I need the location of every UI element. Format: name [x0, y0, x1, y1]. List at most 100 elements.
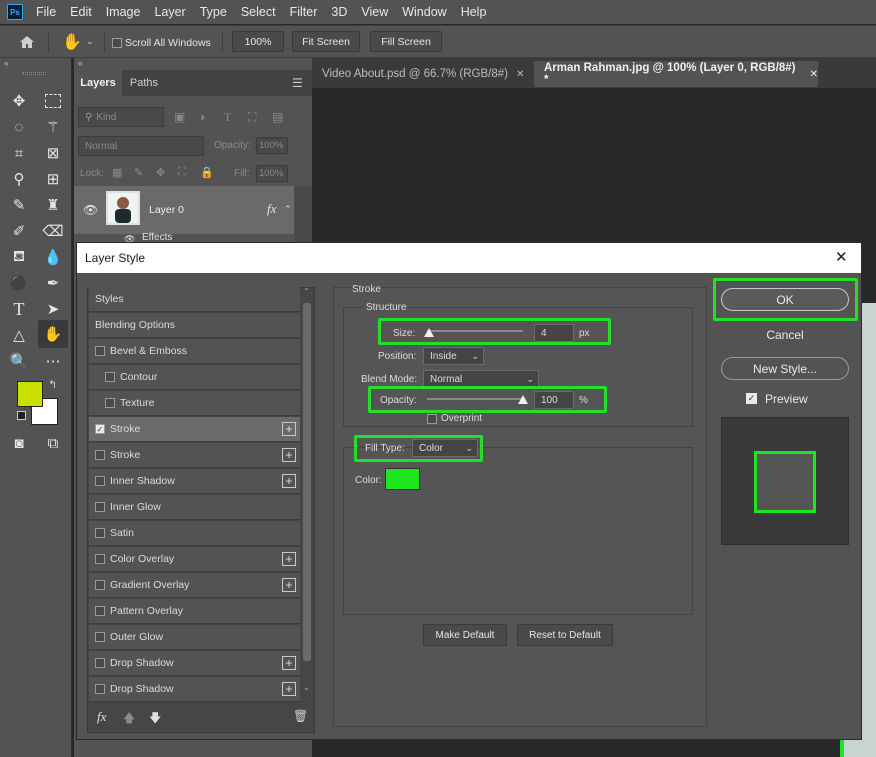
style-checkbox[interactable]	[95, 606, 105, 616]
menu-file[interactable]: File	[36, 5, 56, 19]
style-item-blending-options[interactable]: Blending Options	[89, 313, 300, 338]
fill-screen-button[interactable]: Fill Screen	[370, 31, 442, 52]
close-icon[interactable]: ✕	[810, 69, 818, 80]
more-tools-icon[interactable]: ⋯	[40, 348, 66, 374]
make-default-button[interactable]: Make Default	[423, 624, 507, 646]
style-checkbox[interactable]	[95, 528, 105, 538]
hand-tool-icon[interactable]: ✋	[62, 32, 82, 52]
style-item-stroke[interactable]: Stroke +	[89, 443, 300, 468]
overprint-checkbox[interactable]	[427, 414, 437, 424]
tab-video-about[interactable]: Video About.psd @ 66.7% (RGB/8#) ✕	[312, 61, 534, 87]
add-effect-icon[interactable]: +	[282, 682, 296, 696]
visibility-eye-icon[interactable]: 👁	[83, 203, 98, 217]
chevron-down-icon[interactable]: ⌄	[86, 36, 94, 47]
grip-handle[interactable]	[22, 72, 46, 75]
menu-type[interactable]: Type	[200, 5, 227, 19]
pixel-filter-icon[interactable]: ▣	[174, 110, 185, 124]
crop-tool-icon[interactable]: ⌗	[6, 140, 32, 166]
style-item-styles[interactable]: Styles	[89, 287, 300, 312]
style-item-drop-shadow[interactable]: Drop Shadow +	[89, 651, 300, 676]
fit-screen-button[interactable]: Fit Screen	[292, 31, 360, 52]
add-effect-icon[interactable]: +	[282, 552, 296, 566]
shape-filter-icon[interactable]: ⛶	[248, 110, 256, 125]
style-checkbox[interactable]	[95, 580, 105, 590]
eyedropper-icon[interactable]: ⚲	[6, 166, 32, 192]
collapse-icon[interactable]: «	[4, 58, 9, 68]
foreground-color-swatch[interactable]	[17, 381, 43, 407]
adjustment-filter-icon[interactable]: ◑	[198, 110, 205, 124]
style-checkbox[interactable]: ✓	[95, 424, 105, 434]
lock-position-icon[interactable]: ✥	[156, 166, 165, 179]
fx-icon[interactable]: fx	[267, 201, 276, 217]
tab-layers[interactable]: Layers	[74, 70, 122, 96]
scroll-all-checkbox[interactable]	[112, 38, 122, 48]
zoom-tool-icon[interactable]: 🔍	[6, 348, 32, 374]
add-effect-icon[interactable]: +	[282, 474, 296, 488]
patch-tool-icon[interactable]: ⊞	[40, 166, 66, 192]
lock-all-icon[interactable]: 🔒	[200, 166, 214, 179]
hand-tool-icon[interactable]: ✋	[38, 320, 68, 348]
kind-filter-select[interactable]: ⚲ Kind	[78, 107, 164, 127]
blend-mode-select[interactable]: Normal	[78, 136, 204, 156]
style-item-drop-shadow[interactable]: Drop Shadow +	[89, 677, 300, 702]
chevron-up-icon[interactable]: ⌃	[284, 204, 292, 215]
swap-colors-icon[interactable]: ↰	[48, 378, 57, 391]
styles-scrollbar-thumb[interactable]	[303, 303, 311, 661]
style-item-color-overlay[interactable]: Color Overlay +	[89, 547, 300, 572]
menu-filter[interactable]: Filter	[290, 5, 318, 19]
style-item-texture[interactable]: Texture	[89, 391, 300, 416]
style-checkbox[interactable]	[95, 554, 105, 564]
layers-scrollbar[interactable]	[294, 186, 312, 246]
style-checkbox[interactable]	[105, 398, 115, 408]
fill-input[interactable]: 100%	[256, 165, 288, 182]
zoom-100-button[interactable]: 100%	[232, 31, 284, 52]
move-tool-icon[interactable]: ✥	[6, 88, 32, 114]
eraser-icon[interactable]: ⌫	[40, 218, 66, 244]
default-colors-icon[interactable]	[17, 411, 26, 420]
close-icon[interactable]: ✕	[516, 69, 524, 80]
style-item-outer-glow[interactable]: Outer Glow	[89, 625, 300, 650]
tab-paths[interactable]: Paths	[124, 70, 164, 96]
style-checkbox[interactable]	[95, 476, 105, 486]
history-brush-icon[interactable]: ✐	[6, 218, 32, 244]
panel-menu-icon[interactable]: ☰	[292, 76, 303, 90]
screen-mode-icon[interactable]: ⧉	[40, 430, 66, 456]
style-item-inner-shadow[interactable]: Inner Shadow +	[89, 469, 300, 494]
blur-tool-icon[interactable]: 💧	[40, 244, 66, 270]
paint-bucket-icon[interactable]: ⛾	[6, 244, 32, 270]
menu-3d[interactable]: 3D	[331, 5, 347, 19]
add-effect-icon[interactable]: +	[282, 578, 296, 592]
style-checkbox[interactable]	[95, 658, 105, 668]
move-down-icon[interactable]: 🡇	[149, 709, 161, 730]
preview-checkbox[interactable]: ✓	[746, 393, 757, 404]
layer-name[interactable]: Layer 0	[149, 204, 184, 216]
quick-mask-icon[interactable]: ◙	[6, 430, 32, 456]
style-checkbox[interactable]	[95, 632, 105, 642]
close-icon[interactable]: ✕	[835, 248, 848, 266]
trash-icon[interactable]: 🗑	[293, 709, 308, 723]
type-filter-icon[interactable]: T	[224, 110, 231, 125]
style-checkbox[interactable]	[105, 372, 115, 382]
marquee-tool-icon[interactable]	[40, 88, 66, 114]
frame-tool-icon[interactable]: ⊠	[40, 140, 66, 166]
style-item-stroke[interactable]: ✓ Stroke +	[89, 417, 300, 442]
path-selection-icon[interactable]: ➤	[40, 296, 66, 322]
menu-window[interactable]: Window	[402, 5, 446, 19]
home-icon[interactable]	[19, 35, 35, 49]
stamp-tool-icon[interactable]: ♜	[40, 192, 66, 218]
style-item-pattern-overlay[interactable]: Pattern Overlay	[89, 599, 300, 624]
lasso-tool-icon[interactable]: ◌	[6, 114, 32, 140]
menu-select[interactable]: Select	[241, 5, 276, 19]
lock-pixels-icon[interactable]: ✎	[134, 166, 143, 179]
fx-menu-icon[interactable]: fx	[97, 709, 106, 725]
lock-artboard-icon[interactable]: ⛶	[178, 166, 186, 179]
style-checkbox[interactable]	[95, 502, 105, 512]
lock-transparency-icon[interactable]: ▦	[112, 166, 122, 179]
menu-help[interactable]: Help	[461, 5, 487, 19]
style-item-bevel-emboss[interactable]: Bevel & Emboss	[89, 339, 300, 364]
menu-image[interactable]: Image	[106, 5, 141, 19]
style-checkbox[interactable]	[95, 346, 105, 356]
opacity-input[interactable]: 100%	[256, 137, 288, 154]
style-item-contour[interactable]: Contour	[89, 365, 300, 390]
menu-view[interactable]: View	[361, 5, 388, 19]
